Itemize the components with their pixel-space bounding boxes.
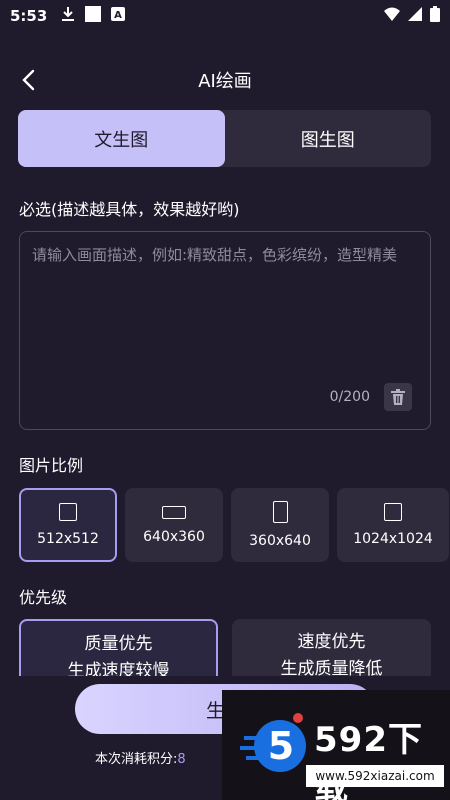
status-time: 5:53	[10, 7, 48, 25]
ratio-option-label: 1024x1024	[353, 531, 433, 547]
svg-text:A: A	[114, 10, 122, 21]
portrait-icon	[272, 501, 288, 523]
char-counter: 0/200	[329, 389, 370, 405]
download-icon	[61, 6, 75, 26]
status-bar: 5:53 A	[0, 0, 450, 32]
wifi-icon	[384, 7, 400, 25]
page-title: AI绘画	[198, 71, 252, 92]
cost-label: 本次消耗积分:	[95, 752, 178, 767]
description-input[interactable]	[32, 242, 417, 372]
ratio-option-640x360[interactable]: 640x360	[125, 488, 223, 562]
ratio-options: 512x512 640x360 360x640 1024x1024	[19, 488, 450, 563]
signal-icon	[408, 7, 422, 25]
watermark: 5 592下载 www.592xiazai.com	[222, 690, 450, 800]
cost-value: 8	[177, 752, 186, 767]
battery-icon	[430, 6, 440, 26]
description-box: 0/200	[19, 231, 431, 430]
landscape-icon	[162, 505, 186, 519]
chevron-left-icon	[22, 69, 35, 91]
clear-button[interactable]	[384, 383, 412, 411]
priority-title: 质量优先	[84, 634, 153, 654]
ratio-option-label: 512x512	[37, 531, 99, 547]
ratio-option-label: 640x360	[143, 528, 205, 545]
watermark-logo-icon: 5	[240, 713, 306, 772]
square-icon	[59, 503, 77, 521]
tab-text-to-image[interactable]: 文生图	[18, 110, 225, 167]
watermark-url: www.592xiazai.com	[306, 765, 444, 787]
font-icon: A	[111, 7, 126, 25]
ratio-option-512x512[interactable]: 512x512	[19, 488, 117, 562]
ratio-option-label: 360x640	[249, 533, 311, 549]
priority-title: 速度优先	[297, 632, 366, 652]
notification-square-icon	[85, 6, 102, 26]
back-button[interactable]	[14, 66, 42, 94]
svg-text:5: 5	[268, 724, 294, 768]
description-label: 必选(描述越具体，效果越好哟)	[19, 200, 240, 219]
cost-text: 本次消耗积分:8	[95, 748, 186, 767]
ratio-option-1024x1024[interactable]: 1024x1024	[337, 488, 449, 562]
mode-tabs: 文生图 图生图	[18, 110, 431, 167]
priority-label: 优先级	[19, 588, 68, 607]
ratio-label: 图片比例	[19, 456, 84, 475]
tab-image-to-image[interactable]: 图生图	[225, 110, 432, 167]
header: AI绘画	[0, 60, 450, 100]
ratio-option-360x640[interactable]: 360x640	[231, 488, 329, 562]
trash-icon	[391, 389, 405, 405]
square-icon	[384, 503, 402, 521]
